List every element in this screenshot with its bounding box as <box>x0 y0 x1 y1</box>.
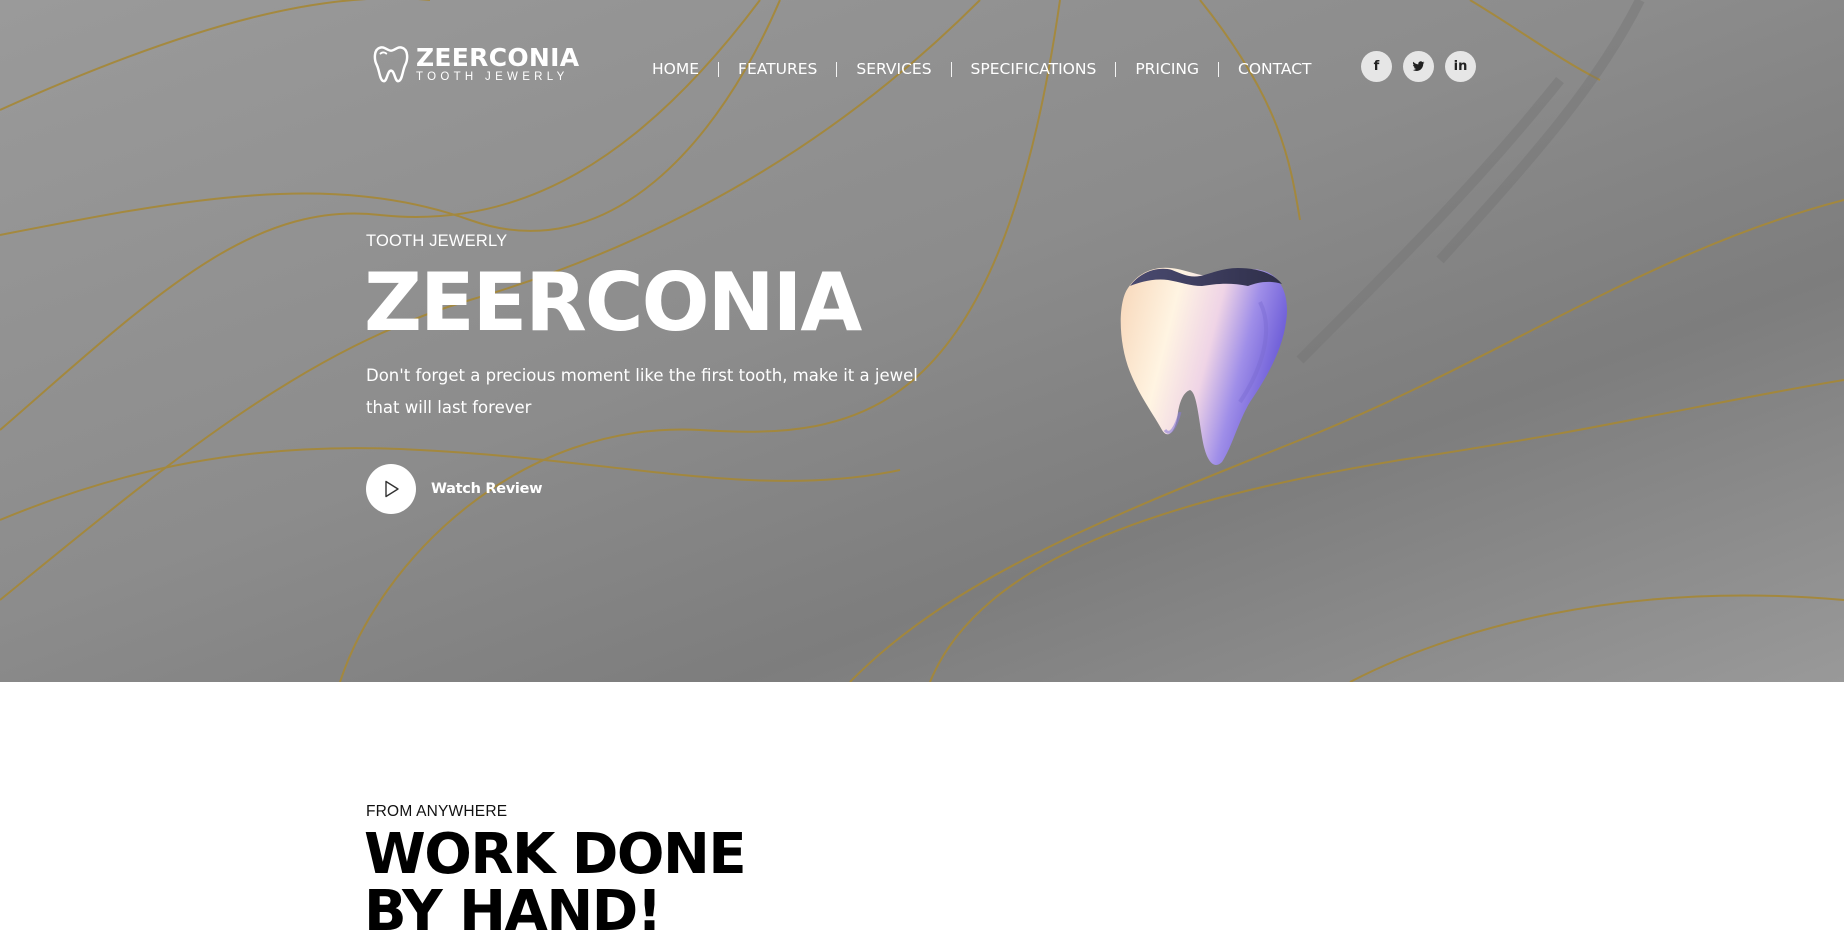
twitter-bird-glyph <box>1412 61 1425 71</box>
play-icon <box>385 480 399 498</box>
watch-review-label: Watch Review <box>431 481 543 497</box>
section-title-line-1: WORK DONE <box>364 822 747 887</box>
hero-section: ZEERCONIA TOOTH JEWERLY HOME FEATURES SE… <box>0 0 1844 682</box>
brand-name: ZEERCONIA <box>416 42 580 72</box>
brand-tagline: TOOTH JEWERLY <box>416 70 569 83</box>
tooth-outline-icon <box>373 46 409 83</box>
nav-divider <box>1218 61 1220 77</box>
nav-divider <box>836 61 838 77</box>
nav-divider <box>718 61 720 77</box>
nav-item-specifications[interactable]: SPECIFICATIONS <box>971 60 1097 78</box>
linkedin-icon[interactable]: in <box>1445 51 1476 82</box>
nav-item-pricing[interactable]: PRICING <box>1135 60 1199 78</box>
twitter-icon[interactable] <box>1403 51 1434 82</box>
hero-eyebrow: TOOTH JEWERLY <box>366 232 508 250</box>
nav-item-contact[interactable]: CONTACT <box>1238 60 1312 78</box>
nav-divider <box>950 61 952 77</box>
3d-tooth-image <box>1120 267 1287 465</box>
nav-item-services[interactable]: SERVICES <box>856 60 931 78</box>
nav-item-features[interactable]: FEATURES <box>738 60 817 78</box>
hero-background-gold-lines <box>0 0 1844 682</box>
main-nav: HOME FEATURES SERVICES SPECIFICATIONS PR… <box>652 58 1312 80</box>
hero-title: ZEERCONIA <box>364 256 862 349</box>
nav-item-home[interactable]: HOME <box>652 60 699 78</box>
facebook-icon[interactable]: f <box>1361 51 1392 82</box>
nav-divider <box>1115 61 1117 77</box>
watch-review-button[interactable]: Watch Review <box>366 464 543 514</box>
section-title: WORK DONE BY HAND! <box>364 822 747 944</box>
social-links: f in <box>1361 51 1487 82</box>
hero-description: Don't forget a precious moment like the … <box>366 366 918 417</box>
play-button[interactable] <box>366 464 416 514</box>
section-eyebrow: FROM ANYWHERE <box>366 803 508 820</box>
brand-logo[interactable]: ZEERCONIA TOOTH JEWERLY <box>372 44 579 84</box>
section-title-line-2: BY HAND! <box>364 879 662 944</box>
